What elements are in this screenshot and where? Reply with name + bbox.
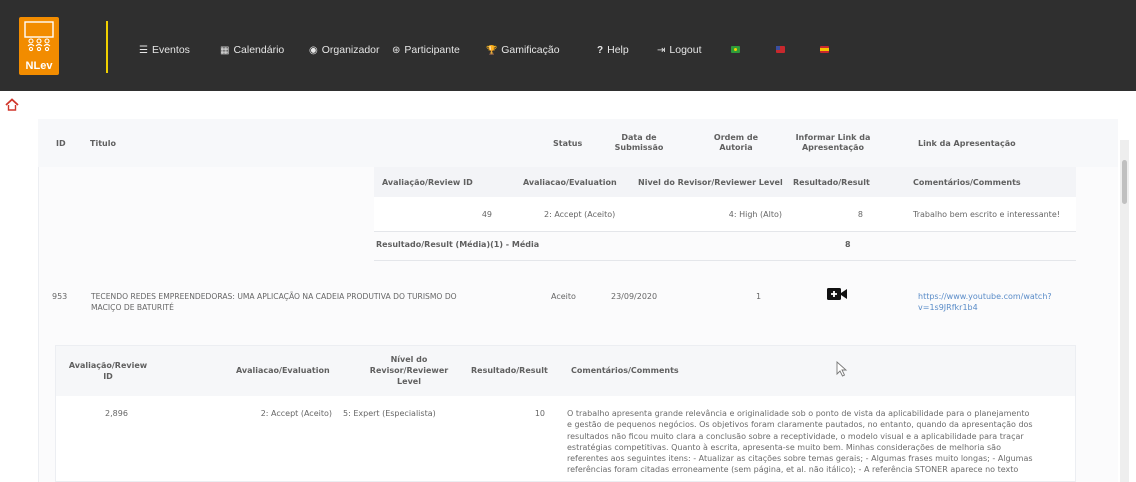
review1-level: 4: High (Alto) xyxy=(728,210,782,219)
brazil-flag-icon[interactable] xyxy=(731,46,740,53)
review2-header-review-id-l2: ID xyxy=(103,372,113,381)
nav-organizador[interactable]: ◉ Organizador xyxy=(309,44,380,56)
comment-line: referências foram citadas erroneamente (… xyxy=(567,465,1019,475)
review2-header-row xyxy=(56,346,1075,396)
header-informar-link: Informar Link da Apresentação xyxy=(795,133,871,152)
comment-line: estratégias competitivas. Quanto à escri… xyxy=(567,442,1001,452)
review1-average-value: 8 xyxy=(845,240,851,249)
nav-help[interactable]: ? Help xyxy=(597,44,629,56)
home-icon[interactable] xyxy=(5,98,19,112)
header-id: ID xyxy=(56,139,66,148)
presentation-link-line2[interactable]: v=1s9JRfkr1b4 xyxy=(918,303,978,313)
review1-header-comments: Comentários/Comments xyxy=(913,178,1021,187)
nav-logout-label: Logout xyxy=(669,44,702,56)
nav-eventos-label: Eventos xyxy=(151,44,190,56)
submission-title-line2: MACIÇO DE BATURITÉ xyxy=(91,303,174,312)
divider xyxy=(374,231,1076,232)
participant-icon: ⊛ xyxy=(392,44,401,56)
review1-header-review-id: Avaliação/Review ID xyxy=(382,178,473,187)
question-icon: ? xyxy=(597,44,604,56)
nav-participante-label: Participante xyxy=(404,44,460,56)
review1-average-label: Resultado/Result (Média)(1) - Média xyxy=(376,240,540,249)
comment-line: O trabalho apresenta grande relevância e… xyxy=(567,409,1030,418)
navbar-separator xyxy=(106,21,108,73)
submission-title-line1: TECENDO REDES EMPREENDEDORAS: UMA APLICA… xyxy=(91,292,457,301)
comment-line: resultados não ficou muito clara a concl… xyxy=(567,431,1024,441)
logo-people-icon xyxy=(24,21,54,52)
header-data-submissao: Data de Submissão xyxy=(614,133,664,152)
review2-header-result: Resultado/Result xyxy=(471,366,548,375)
video-camera-icon[interactable] xyxy=(826,286,848,302)
review1-review-id: 49 xyxy=(481,210,492,219)
spain-flag-icon[interactable] xyxy=(820,46,829,53)
nav-calendario[interactable]: ▦ Calendário xyxy=(220,44,284,56)
mouse-cursor-icon xyxy=(836,361,848,377)
scrollbar-thumb[interactable] xyxy=(1122,160,1127,204)
comment-line: e gestão de pequenos negócios. Os objeti… xyxy=(567,420,1033,430)
nav-calendario-label: Calendário xyxy=(233,44,285,56)
submission-author-order: 1 xyxy=(756,292,762,301)
review1-result: 8 xyxy=(857,210,863,219)
review1-header-level: Nivel do Revisor/Reviewer Level xyxy=(638,178,783,187)
nlev-logo[interactable]: NLev xyxy=(19,17,59,75)
logo-text: NLev xyxy=(25,60,53,72)
review2-header-level-l2: Revisor/Reviewer xyxy=(369,366,449,375)
review2-header-evaluation: Avaliacao/Evaluation xyxy=(236,366,330,375)
nav-gamificacao-label: Gamificação xyxy=(501,44,560,56)
presentation-link-line1[interactable]: https://www.youtube.com/watch? xyxy=(918,292,1052,302)
review2-result: 10 xyxy=(534,409,545,418)
header-titulo: Titulo xyxy=(90,139,116,148)
nav-eventos[interactable]: ☰ Eventos xyxy=(139,44,190,56)
user-circle-icon: ◉ xyxy=(309,44,318,56)
review2-level: 5: Expert (Especialista) xyxy=(343,409,436,418)
nav-organizador-label: Organizador xyxy=(321,44,380,56)
review1-evaluation: 2: Accept (Aceito) xyxy=(544,210,616,219)
usa-flag-icon[interactable] xyxy=(776,46,785,53)
submission-status: Aceito xyxy=(551,292,576,301)
review2-comment: O trabalho apresenta grande relevância e… xyxy=(567,408,1072,476)
review1-header-evaluation: Avaliacao/Evaluation xyxy=(523,178,617,187)
header-link-apresentacao: Link da Apresentação xyxy=(918,139,1016,148)
divider xyxy=(374,260,1076,261)
review2-header-level-l3: Level xyxy=(397,377,421,386)
comment-line: referentes aos seguintes itens: - Atuali… xyxy=(567,454,1033,464)
header-ordem-autoria: Ordem de Autoria xyxy=(713,133,759,152)
top-navbar: NLev ☰ Eventos ▦ Calendário ◉ Organizado… xyxy=(0,0,1136,91)
nav-gamificacao[interactable]: 🏆 Gamificação xyxy=(486,44,560,56)
review1-header-result: Resultado/Result xyxy=(793,178,870,187)
review1-comment: Trabalho bem escrito e interessante! xyxy=(913,210,1060,219)
logout-icon: ⇥ xyxy=(657,44,666,56)
review2-header-comments: Comentários/Comments xyxy=(571,366,679,375)
review2-header-level-l1: Nível do xyxy=(390,355,428,364)
nav-help-label: Help xyxy=(607,44,629,56)
review2-evaluation: 2: Accept (Aceito) xyxy=(260,409,332,418)
calendar-icon: ▦ xyxy=(220,44,230,56)
list-icon: ☰ xyxy=(139,44,148,56)
review2-header-review-id-l1: Avaliação/Review xyxy=(68,361,148,370)
submission-date: 23/09/2020 xyxy=(611,292,658,301)
trophy-icon: 🏆 xyxy=(486,44,498,55)
review2-review-id: 2,896 xyxy=(105,409,128,418)
nav-logout[interactable]: ⇥ Logout xyxy=(657,44,702,56)
nav-participante[interactable]: ⊛ Participante xyxy=(392,44,460,56)
submission-id: 953 xyxy=(52,292,68,301)
header-status: Status xyxy=(553,139,583,148)
